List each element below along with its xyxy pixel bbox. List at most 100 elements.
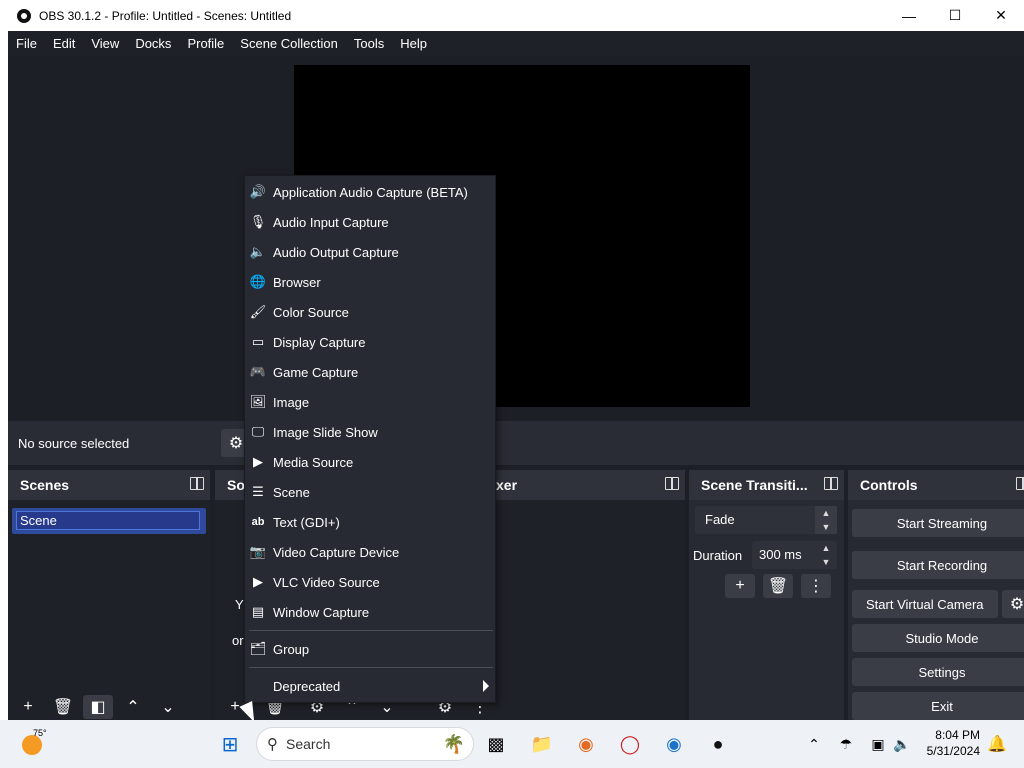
- taskbar-clock[interactable]: 8:04 PM 5/31/2024: [927, 727, 980, 759]
- filter-icon: ◧: [90, 699, 106, 716]
- scene-transitions-dock: Scene Transiti... Fade ▲ ▼ Duration 300 m…: [689, 470, 844, 720]
- transition-select[interactable]: Fade ▲ ▼: [695, 506, 837, 534]
- speaker-box-icon: 🔊: [249, 184, 267, 199]
- more-vertical-icon: ⋮: [808, 578, 824, 595]
- duration-label: Duration: [693, 548, 743, 563]
- studio-mode-button[interactable]: Studio Mode: [852, 624, 1024, 652]
- add-transition-button[interactable]: +: [725, 574, 755, 598]
- file-explorer-icon[interactable]: 📁: [530, 732, 554, 756]
- virtual-camera-settings-button[interactable]: ⚙: [1002, 590, 1024, 618]
- task-view-icon[interactable]: ▩: [484, 732, 508, 756]
- menu-item-audio-input-capture[interactable]: 🎙 Audio Input Capture: [245, 207, 497, 237]
- opera-icon[interactable]: ◯: [618, 732, 642, 756]
- firefox-icon[interactable]: ◉: [574, 732, 598, 756]
- plus-icon: +: [230, 698, 240, 715]
- windows-taskbar: 75° ⊞ ⚲ Search 🌴 ▩ 📁 ◉ ◯ ◉ ● ⌃ ☂ ▣ 🔈 8:0…: [0, 720, 1024, 768]
- controls-dock: Controls Start Streaming Start Recording…: [848, 470, 1024, 720]
- menu-help[interactable]: Help: [400, 36, 427, 51]
- spin-arrows-icon[interactable]: ▲ ▼: [815, 541, 837, 569]
- taskbar-search[interactable]: ⚲ Search 🌴: [256, 727, 474, 761]
- scene-filters-button[interactable]: ◧: [83, 695, 113, 719]
- menu-item-label: Audio Output Capture: [273, 244, 399, 260]
- menu-item-video-capture-device[interactable]: 📷 Video Capture Device: [245, 537, 497, 567]
- menu-item-vlc-video-source[interactable]: ▶ VLC Video Source: [245, 567, 497, 597]
- globe-icon: 🌐: [249, 274, 267, 289]
- transition-properties-button[interactable]: ⋮: [801, 574, 831, 598]
- menu-item-scene[interactable]: ☰ Scene: [245, 477, 497, 507]
- duration-value: 300 ms: [759, 547, 802, 562]
- plus-icon: +: [23, 698, 33, 715]
- menu-item-game-capture[interactable]: 🎮 Game Capture: [245, 357, 497, 387]
- menu-item-color-source[interactable]: 🖌 Color Source: [245, 297, 497, 327]
- menu-item-display-capture[interactable]: ▭ Display Capture: [245, 327, 497, 357]
- text-icon: ab: [251, 516, 265, 528]
- scene-list-item[interactable]: Scene: [12, 508, 206, 534]
- menu-view[interactable]: View: [91, 36, 119, 51]
- chevron-up-icon: ⌃: [126, 699, 140, 716]
- add-source-menu: 🔊 Application Audio Capture (BETA) 🎙 Audio…: [244, 175, 496, 703]
- start-recording-button[interactable]: Start Recording: [852, 551, 1024, 579]
- remove-scene-button[interactable]: 🗑: [48, 695, 78, 719]
- weather-widget[interactable]: 75°: [20, 728, 52, 760]
- mixer-dock-header: xer: [480, 470, 685, 500]
- search-placeholder: Search: [286, 736, 331, 752]
- volume-muted-icon[interactable]: 🔈: [890, 732, 914, 756]
- undock-icon[interactable]: [1016, 476, 1024, 490]
- move-scene-up-button[interactable]: ⌃: [118, 695, 148, 719]
- menu-item-label: Display Capture: [273, 334, 366, 350]
- transitions-dock-title: Scene Transiti...: [701, 477, 808, 493]
- obs-taskbar-icon[interactable]: ●: [706, 732, 730, 756]
- menu-edit[interactable]: Edit: [53, 36, 75, 51]
- notification-bell-icon[interactable]: 🔔: [985, 732, 1009, 756]
- menu-item-window-capture[interactable]: ▤ Window Capture: [245, 597, 497, 627]
- menu-item-image-slide-show[interactable]: 🖵 Image Slide Show: [245, 417, 497, 447]
- sources-dock-title: So: [227, 477, 245, 493]
- menu-file[interactable]: File: [16, 36, 37, 51]
- menu-tools[interactable]: Tools: [354, 36, 384, 51]
- menu-docks[interactable]: Docks: [135, 36, 171, 51]
- display-icon[interactable]: ▣: [866, 732, 890, 756]
- duration-spinbox[interactable]: 300 ms ▲ ▼: [752, 541, 837, 569]
- start-virtual-camera-button[interactable]: Start Virtual Camera: [852, 590, 998, 618]
- weather-temp: 75°: [33, 728, 47, 738]
- network-icon[interactable]: ☂: [834, 732, 858, 756]
- scene-name-edit[interactable]: Scene: [16, 511, 200, 530]
- add-scene-button[interactable]: +: [13, 695, 43, 719]
- scenes-dock: Scenes Scene + 🗑 ◧ ⌃ ⌄: [8, 470, 210, 720]
- chevron-up-icon[interactable]: ⌃: [802, 732, 826, 756]
- mixer-toolbar: ⚙ ⋮: [438, 694, 685, 720]
- menu-item-text-gdi[interactable]: ab Text (GDI+): [245, 507, 497, 537]
- windows-start-icon[interactable]: ⊞: [218, 732, 242, 756]
- window-title: OBS 30.1.2 - Profile: Untitled - Scenes:…: [39, 8, 292, 23]
- menu-item-application-audio-capture[interactable]: 🔊 Application Audio Capture (BETA): [245, 177, 497, 207]
- undock-icon[interactable]: [824, 476, 838, 490]
- menu-profile[interactable]: Profile: [187, 36, 224, 51]
- settings-button[interactable]: Settings: [852, 658, 1024, 686]
- beach-icon: 🌴: [442, 733, 465, 754]
- menu-item-browser[interactable]: 🌐 Browser: [245, 267, 497, 297]
- mixer-dock-title: xer: [496, 477, 518, 493]
- menu-scene-collection[interactable]: Scene Collection: [240, 36, 338, 51]
- minimize-button[interactable]: —: [886, 0, 932, 31]
- trash-icon: 🗑: [52, 699, 74, 716]
- menu-item-deprecated[interactable]: Deprecated: [245, 671, 497, 701]
- chrome-icon[interactable]: ◉: [662, 732, 686, 756]
- undock-icon[interactable]: [190, 476, 204, 490]
- close-button[interactable]: ✕: [978, 0, 1024, 31]
- menu-item-image[interactable]: 🖼 Image: [245, 387, 497, 417]
- image-icon: 🖼: [249, 394, 267, 409]
- maximize-button[interactable]: ☐: [932, 0, 978, 31]
- exit-button[interactable]: Exit: [852, 692, 1024, 720]
- menu-item-label: Color Source: [273, 304, 349, 320]
- scenes-dock-title: Scenes: [20, 477, 70, 493]
- remove-transition-button[interactable]: 🗑: [763, 574, 793, 598]
- move-scene-down-button[interactable]: ⌄: [153, 695, 183, 719]
- start-streaming-button[interactable]: Start Streaming: [852, 509, 1024, 537]
- scenes-toolbar: + 🗑 ◧ ⌃ ⌄: [8, 694, 210, 720]
- menu-item-media-source[interactable]: ▶ Media Source: [245, 447, 497, 477]
- menu-item-group[interactable]: 🗂 Group: [245, 634, 497, 664]
- menu-item-label: Deprecated: [273, 678, 341, 694]
- undock-icon[interactable]: [665, 476, 679, 490]
- menu-item-audio-output-capture[interactable]: 🔈 Audio Output Capture: [245, 237, 497, 267]
- microphone-icon: 🎙: [249, 214, 267, 229]
